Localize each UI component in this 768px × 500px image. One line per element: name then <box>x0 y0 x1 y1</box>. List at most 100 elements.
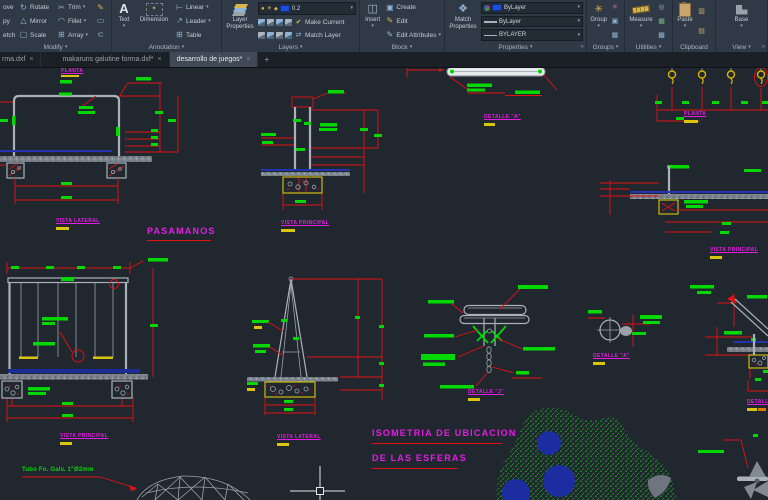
annotation-panel-label[interactable]: Annotation ▾ <box>112 42 221 52</box>
swing-hook-icon <box>667 68 766 85</box>
text-button[interactable]: A Text ▾ <box>115 1 133 42</box>
scale-button[interactable]: ▢ Scale <box>19 29 54 42</box>
group-dropdown-icon[interactable]: ▾ <box>597 23 600 29</box>
create-block-button[interactable]: ▣ Create <box>385 1 441 14</box>
id-point-button[interactable]: ◎ <box>657 1 668 14</box>
modify-panel-label[interactable]: Modify ▾ <box>0 42 111 52</box>
make-current-button[interactable]: ✔ Make Current <box>258 16 356 29</box>
label-underline <box>56 227 69 230</box>
label-underline <box>684 120 698 123</box>
layers-panel-label[interactable]: Layers ▾ <box>222 42 359 52</box>
panel-caret-icon: ▾ <box>615 43 619 50</box>
layer-tool-icon[interactable] <box>258 32 265 39</box>
edit-attributes-label: Edit Attributes <box>396 31 437 39</box>
clipboard-panel-label[interactable]: Clipboard <box>673 42 715 52</box>
dimension-button[interactable]: ✶ Dimension <box>136 1 172 42</box>
measure-dropdown-icon[interactable]: ▾ <box>640 23 643 29</box>
file-tab-forma[interactable]: rma.dxf × <box>0 52 42 67</box>
drawing-note-tubo: Tubo Fo. Galv. 1"Ø2mm <box>22 467 94 473</box>
explode-button[interactable]: ▭ <box>96 15 107 28</box>
layer-tool-icon[interactable] <box>276 19 283 26</box>
text-dropdown-icon[interactable]: ▾ <box>123 23 126 29</box>
edit-block-button[interactable]: ✎ Edit <box>385 15 441 28</box>
drawing-canvas[interactable]: PLANTA VISTA LATERAL PASAMANOS VISTA PRI… <box>0 68 768 500</box>
groups-panel-label[interactable]: Groups ▾ <box>587 42 624 52</box>
insert-button[interactable]: ◫ Insert ▾ <box>363 1 382 42</box>
annotation-panel: A Text ▾ ✶ Dimension ⊢ Linear ▾ ↗ Leader ▾ ⊞… <box>112 0 222 52</box>
panel-expander-icon[interactable]: » <box>581 44 584 50</box>
base-dropdown-icon[interactable]: ▾ <box>740 23 743 29</box>
trim-button[interactable]: ✂ Trim ▾ <box>57 1 93 14</box>
layer-tool-icon[interactable] <box>285 19 292 26</box>
array-dropdown-icon[interactable]: ▾ <box>86 32 89 38</box>
measure-button[interactable]: Measure ▾ <box>628 1 654 42</box>
paste-button[interactable]: Paste ▾ <box>676 1 694 42</box>
linetype-dropdown[interactable]: BYLAYER ▾ <box>481 29 583 42</box>
layer-properties-button[interactable]: Layer Properties <box>225 1 255 42</box>
insert-dropdown-icon[interactable]: ▾ <box>371 23 374 29</box>
quick-select-button[interactable]: ▦ <box>657 15 668 28</box>
swing-front-view <box>0 258 168 422</box>
new-tab-button[interactable]: + <box>258 52 275 67</box>
layer-tool-icon[interactable] <box>258 19 265 26</box>
match-layer-button[interactable]: ⇄ Match Layer <box>258 29 356 42</box>
view-panel-label[interactable]: View ▾» <box>716 42 767 52</box>
edit-block-icon: ✎ <box>386 16 394 26</box>
object-color-dropdown[interactable]: ByLayer ▾ <box>481 2 583 14</box>
autocad-window: { "ribbon": { "ui": {"caret": "▾", "expa… <box>0 0 768 500</box>
copy-clip-button[interactable]: ▥ <box>697 5 708 18</box>
modify-truncated-labels: ove py etch <box>3 1 16 42</box>
rotate-button[interactable]: ↻ Rotate <box>19 1 54 14</box>
quick-calc-button[interactable]: ▩ <box>657 29 668 42</box>
paste-dropdown-icon[interactable]: ▾ <box>684 23 687 29</box>
cut-clip-button[interactable]: ▤ <box>697 25 708 38</box>
base-button[interactable]: Base ▾ <box>730 1 754 42</box>
match-properties-button[interactable]: ❖ Match Properties <box>448 1 478 42</box>
block-panel-label[interactable]: Block ▾ <box>360 42 444 52</box>
mirror-button[interactable]: △ Mirror <box>19 15 54 28</box>
object-color-swatch <box>492 4 502 12</box>
leader-button[interactable]: ↗ Leader ▾ <box>175 15 218 28</box>
edit-attributes-dropdown-icon[interactable]: ▾ <box>438 32 441 38</box>
measure-ruler-icon <box>631 4 651 15</box>
group-edit-button[interactable]: ▣ <box>610 15 621 28</box>
copy-label-truncated[interactable]: py <box>3 18 16 25</box>
layer-tool-icon[interactable] <box>267 32 274 39</box>
label-underline <box>593 362 605 365</box>
move-label-truncated[interactable]: ove <box>3 4 16 11</box>
layer-tool-icon[interactable] <box>276 32 283 39</box>
fillet-icon: ◠ <box>58 16 65 26</box>
array-button[interactable]: ⊞ Array ▾ <box>57 29 93 42</box>
edit-attributes-button[interactable]: ✎ Edit Attributes ▾ <box>385 29 441 42</box>
stretch-label-truncated[interactable]: etch <box>3 32 16 39</box>
panel-expander-icon[interactable]: » <box>762 44 765 50</box>
trim-dropdown-icon[interactable]: ▾ <box>83 5 86 10</box>
text-icon: A <box>119 1 129 17</box>
utilities-panel-label[interactable]: Utilities ▾ <box>625 42 672 52</box>
linear-dropdown-icon[interactable]: ▾ <box>206 5 209 10</box>
cut-clip-icon: ▤ <box>698 28 705 36</box>
layer-tool-icon[interactable] <box>285 32 292 39</box>
leader-dropdown-icon[interactable]: ▾ <box>208 18 211 24</box>
fillet-dropdown-icon[interactable]: ▾ <box>84 18 87 24</box>
erase-button[interactable]: ✎ <box>96 1 107 14</box>
file-tab-desarrollo-de-juegos[interactable]: desarrollo de juegos* × <box>169 52 259 67</box>
close-icon[interactable]: × <box>29 56 33 63</box>
layer-tool-icon[interactable] <box>267 19 274 26</box>
group-select-button[interactable]: ▦ <box>610 29 621 42</box>
break-button[interactable]: ⊂ <box>96 29 107 42</box>
lineweight-dropdown[interactable]: ByLayer ▾ <box>481 15 583 28</box>
close-icon[interactable]: × <box>157 56 161 63</box>
table-button[interactable]: ⊞ Table <box>175 29 218 42</box>
close-icon[interactable]: × <box>246 56 250 63</box>
properties-panel-label[interactable]: Properties ▾» <box>445 42 586 52</box>
group-button[interactable]: ✳ Group ▾ <box>590 1 607 42</box>
file-tab-makaruns[interactable]: makaruns galutine forma.dxf* × <box>55 52 170 67</box>
panel-caret-icon: ▾ <box>658 43 662 50</box>
fillet-button[interactable]: ◠ Fillet ▾ <box>57 15 93 28</box>
panel-caret-icon: ▾ <box>64 43 68 50</box>
linear-button[interactable]: ⊢ Linear ▾ <box>175 1 218 14</box>
drawing-title-isometria-2: DE LAS ESFERAS <box>372 453 467 463</box>
ungroup-button[interactable]: ✳ <box>610 1 621 14</box>
layer-dropdown[interactable]: ● ☀ ◆ 0.2 ▾ <box>258 2 356 15</box>
